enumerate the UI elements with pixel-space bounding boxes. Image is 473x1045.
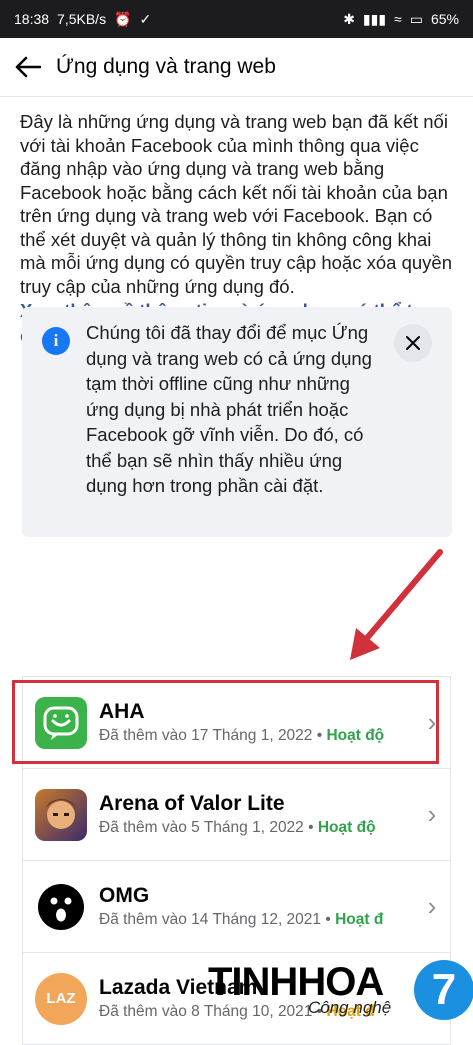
signal-icon: ▮▮▮ xyxy=(362,10,387,27)
omg-app-icon xyxy=(35,880,87,933)
status-speed: 7,5KB/s xyxy=(57,11,107,27)
app-status: Hoạt độ xyxy=(326,726,385,744)
close-icon xyxy=(406,336,420,350)
page-title: Ứng dụng và trang web xyxy=(56,55,276,78)
app-status: Hoạt độ xyxy=(317,818,376,836)
app-row-omg[interactable]: OMG Đã thêm vào 14 Tháng 12, 2021 • Hoạt… xyxy=(22,861,451,953)
bluetooth-icon: ✱ xyxy=(343,10,355,27)
app-added-date: Đã thêm vào 17 Tháng 1, 2022 xyxy=(99,726,313,744)
download-icon: ✓ xyxy=(139,10,152,27)
aha-app-icon xyxy=(35,696,87,749)
wifi-icon: ≈ xyxy=(394,11,402,27)
arena-of-valor-app-icon xyxy=(35,788,87,841)
app-name: AHA xyxy=(99,699,145,723)
notice-text: Chúng tôi đã thay đổi để mục Ứng dụng và… xyxy=(86,322,372,496)
info-icon: i xyxy=(42,327,70,355)
chevron-right-icon: › xyxy=(427,799,437,829)
watermark: TINHHOA Công nghệ 7 xyxy=(208,960,473,1024)
battery-icon: ▭ xyxy=(409,10,423,27)
app-name: OMG xyxy=(99,883,150,907)
app-name: Arena of Valor Lite xyxy=(99,791,285,815)
alarm-icon: ⏰ xyxy=(114,10,132,27)
status-time: 18:38 xyxy=(14,11,50,27)
back-arrow-icon[interactable] xyxy=(0,38,56,96)
status-bar: 18:38 7,5KB/s ⏰ ✓ ✱ ▮▮▮ ≈ ▭ 65% xyxy=(0,0,473,38)
lazada-app-icon: LAZ xyxy=(35,972,87,1025)
watermark-subtitle: Công nghệ xyxy=(308,998,392,1017)
chevron-right-icon: › xyxy=(427,707,437,737)
chevron-right-icon: › xyxy=(427,891,437,921)
description-text: Đây là những ứng dụng và trang web bạn đ… xyxy=(20,111,452,297)
page-header: Ứng dụng và trang web xyxy=(0,38,473,97)
app-added-date: Đã thêm vào 14 Tháng 12, 2021 xyxy=(99,910,322,928)
watermark-logo: 7 xyxy=(414,960,473,1020)
battery-level: 65% xyxy=(430,11,459,27)
app-row-aha[interactable]: AHA Đã thêm vào 17 Tháng 1, 2022 • Hoạt … xyxy=(22,676,451,769)
info-notice: i Chúng tôi đã thay đổi để mục Ứng dụng … xyxy=(22,307,452,537)
close-notice-button[interactable] xyxy=(394,324,432,362)
annotation-arrow xyxy=(350,549,443,660)
app-status: Hoạt đ xyxy=(335,910,384,928)
app-row-arena-of-valor[interactable]: Arena of Valor Lite Đã thêm vào 5 Tháng … xyxy=(22,769,451,861)
app-added-date: Đã thêm vào 5 Tháng 1, 2022 xyxy=(99,818,304,836)
